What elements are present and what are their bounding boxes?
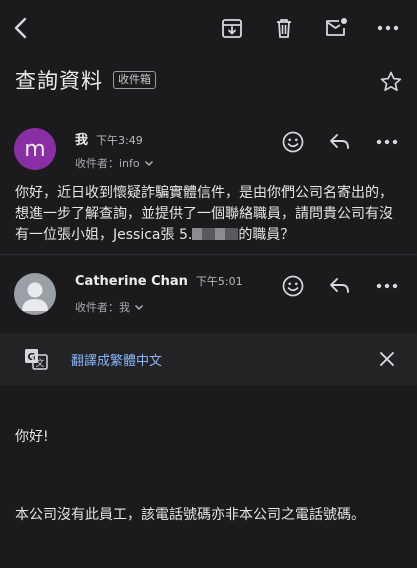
sender-name: Catherine Chan bbox=[75, 274, 188, 289]
message-divider bbox=[0, 254, 417, 255]
sender-row: Catherine Chan 下午5:01 bbox=[75, 273, 243, 289]
svg-text:文: 文 bbox=[35, 357, 44, 369]
mail-unread-icon bbox=[326, 18, 347, 36]
subject-row: 查詢資料 收件箱 bbox=[15, 62, 402, 98]
redaction-block bbox=[215, 228, 226, 240]
trash-icon bbox=[277, 19, 291, 38]
email-screen: 查詢資料 收件箱 m 我下午3:49 收件者：info 你好，近日收到懷疑詐騙實… bbox=[0, 0, 417, 568]
star-button[interactable] bbox=[379, 70, 403, 94]
redaction-block bbox=[202, 228, 216, 240]
translate-link[interactable]: 翻譯成繁體中文 bbox=[71, 350, 162, 369]
redaction-block bbox=[192, 228, 203, 240]
email-subject: 查詢資料 bbox=[15, 69, 103, 93]
message-header-2[interactable]: Catherine Chan 下午5:01 收件者：我 bbox=[0, 264, 417, 324]
sender-row: 我下午3:49 bbox=[75, 129, 143, 148]
inbox-label-chip[interactable]: 收件箱 bbox=[113, 71, 156, 89]
reply-greeting: 你好! bbox=[15, 429, 49, 445]
translate-icon: G 文 bbox=[25, 349, 48, 370]
reply-icon bbox=[330, 134, 349, 149]
avatar: m bbox=[14, 128, 56, 170]
more-button[interactable] bbox=[370, 10, 406, 46]
reply-text: 本公司沒有此員工，該電話號碼亦非本公司之電話號碼。 bbox=[15, 507, 365, 523]
message-time: 下午5:01 bbox=[195, 275, 243, 288]
message-body-text-end: 的職員？ bbox=[238, 227, 295, 243]
message-header-1[interactable]: m 我下午3:49 收件者：info bbox=[0, 122, 417, 182]
recipients-toggle[interactable]: 收件者：info bbox=[75, 155, 154, 171]
back-button[interactable] bbox=[4, 10, 40, 46]
more-icon bbox=[376, 139, 398, 145]
emoji-icon bbox=[282, 131, 304, 153]
more-icon bbox=[376, 283, 398, 289]
message-more-button[interactable] bbox=[373, 128, 401, 156]
reply-button[interactable] bbox=[326, 128, 354, 156]
message-more-button[interactable] bbox=[373, 272, 401, 300]
top-toolbar bbox=[0, 0, 417, 56]
chevron-down-icon bbox=[144, 160, 153, 166]
svg-text:G: G bbox=[27, 352, 35, 363]
recipients-text: 收件者：我 bbox=[75, 301, 130, 314]
message-time: 下午3:49 bbox=[96, 134, 143, 147]
reply-button[interactable] bbox=[326, 272, 354, 300]
archive-icon bbox=[222, 19, 242, 38]
reply-icon bbox=[330, 278, 349, 293]
recipients-text: 收件者：info bbox=[75, 157, 140, 170]
translate-bar: G 文 翻譯成繁體中文 bbox=[0, 333, 417, 385]
sender-name: 我 bbox=[75, 133, 89, 148]
redaction-block bbox=[225, 228, 239, 240]
close-icon bbox=[380, 352, 394, 366]
mark-unread-button[interactable] bbox=[318, 10, 354, 46]
more-icon bbox=[377, 25, 399, 31]
archive-button[interactable] bbox=[214, 10, 250, 46]
emoji-react-button[interactable] bbox=[279, 128, 307, 156]
message-body-1: 你好，近日收到懷疑詐騙實體信件，是由你們公司名寄出的，想進一步了解查詢，並提供了… bbox=[15, 183, 405, 246]
back-icon bbox=[14, 17, 27, 39]
delete-button[interactable] bbox=[266, 10, 302, 46]
emoji-react-button[interactable] bbox=[279, 272, 307, 300]
avatar bbox=[14, 273, 56, 315]
close-translate-button[interactable] bbox=[377, 349, 397, 369]
chevron-down-icon bbox=[134, 304, 144, 310]
emoji-icon bbox=[282, 275, 304, 297]
recipients-toggle[interactable]: 收件者：我 bbox=[75, 299, 144, 315]
star-icon bbox=[380, 71, 402, 91]
default-avatar-icon bbox=[22, 282, 48, 311]
